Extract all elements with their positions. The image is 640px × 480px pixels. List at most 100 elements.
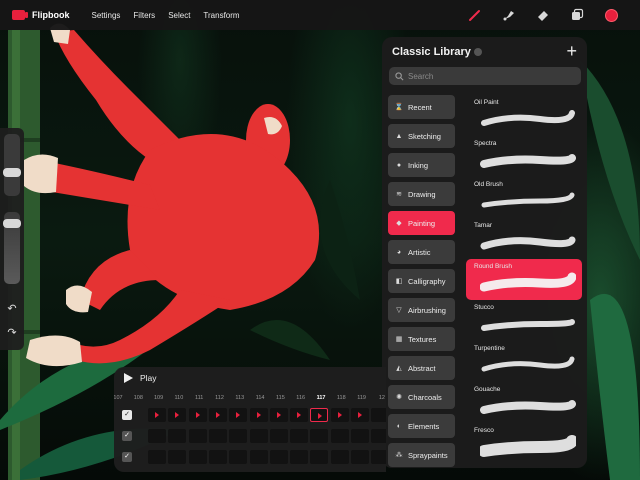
brush-set-inking[interactable]: ● Inking <box>388 153 455 177</box>
frame-cell[interactable] <box>290 408 309 422</box>
drawing-icon: ≋ <box>396 191 402 198</box>
color-picker[interactable] <box>602 6 620 24</box>
play-button[interactable]: Play <box>124 373 157 383</box>
brush-set-label: Inking <box>408 160 429 170</box>
frame-cell[interactable] <box>269 429 288 443</box>
brush-set-elements[interactable]: ◐ Elements <box>388 414 455 438</box>
plus-icon: + <box>566 41 577 61</box>
library-title: Classic Library <box>392 46 471 58</box>
spray-icon: ⁂ <box>395 452 403 459</box>
undo-button[interactable]: ↶ <box>4 302 20 316</box>
frame-cell[interactable] <box>208 408 227 422</box>
frame-cell[interactable] <box>310 450 329 464</box>
frame-cell[interactable] <box>229 429 248 443</box>
menu-transform[interactable]: Transform <box>203 11 239 20</box>
brush-oil-paint[interactable]: Oil Paint <box>466 95 582 136</box>
redo-button[interactable]: ↷ <box>4 326 20 340</box>
frame-cell[interactable] <box>351 408 369 422</box>
track-visibility-checkbox[interactable]: ✓ <box>122 410 132 420</box>
frame-cell[interactable] <box>168 408 187 422</box>
layers-tool[interactable] <box>568 6 586 24</box>
frame-cell[interactable] <box>229 408 248 422</box>
brush-tool[interactable] <box>466 6 484 24</box>
brush-stucco[interactable]: Stucco <box>466 300 582 341</box>
opacity-thumb[interactable] <box>3 219 21 228</box>
brush-set-painting[interactable]: ◆ Painting <box>388 211 455 235</box>
frame-cell[interactable] <box>290 429 309 443</box>
search-field[interactable] <box>389 67 581 85</box>
menu-filters[interactable]: Filters <box>133 11 155 20</box>
brush-set-label: Spraypaints <box>408 450 448 460</box>
frame-cell[interactable] <box>249 408 268 422</box>
frame-cell[interactable] <box>188 408 207 422</box>
menu-select[interactable]: Select <box>168 11 190 20</box>
frame-cell[interactable] <box>188 450 207 464</box>
frame-cell[interactable] <box>371 408 386 422</box>
frame-cell[interactable] <box>330 429 349 443</box>
frame-number: 112 <box>215 395 224 401</box>
red-figure <box>24 23 320 367</box>
brush-old-brush[interactable]: Old Brush <box>466 177 582 218</box>
frame-cell[interactable] <box>188 429 207 443</box>
app-title[interactable]: Flipbook <box>32 10 70 20</box>
frame-cell[interactable] <box>148 408 166 422</box>
brush-size-thumb[interactable] <box>3 168 21 177</box>
brush-round-brush[interactable]: Round Brush <box>466 259 582 300</box>
brush-turpentine[interactable]: Turpentine <box>466 341 582 382</box>
info-icon[interactable] <box>474 48 482 56</box>
track-visibility-checkbox[interactable]: ✓ <box>122 431 132 441</box>
brush-gouache[interactable]: Gouache <box>466 382 582 423</box>
frame-cell[interactable] <box>148 429 166 443</box>
leaf-bg <box>250 320 330 360</box>
frame-cell[interactable] <box>330 408 349 422</box>
frame-cell[interactable] <box>249 429 268 443</box>
hourglass-icon: ⌛ <box>394 104 404 111</box>
frame-cell[interactable] <box>269 408 288 422</box>
frame-cell[interactable] <box>290 450 309 464</box>
brush-fresco[interactable]: Fresco <box>466 423 582 464</box>
brush-set-calligraphy[interactable]: ◧ Calligraphy <box>388 269 455 293</box>
brush-set-charcoals[interactable]: ✺ Charcoals <box>388 385 455 409</box>
frame-number: 116 <box>296 395 306 401</box>
brush-stroke-preview <box>480 400 576 414</box>
frame-cell[interactable] <box>351 429 369 443</box>
frame-cell[interactable] <box>330 450 349 464</box>
menu-settings[interactable]: Settings <box>92 11 121 20</box>
flipbook-logo-icon <box>12 10 28 20</box>
add-brush-button[interactable]: + <box>566 41 577 62</box>
smudge-tool[interactable] <box>500 6 518 24</box>
palette-icon: ◕ <box>396 248 402 256</box>
frame-cell[interactable] <box>269 450 288 464</box>
search-input[interactable] <box>408 71 568 81</box>
brush-set-textures[interactable]: ▦ Textures <box>388 327 455 351</box>
frame-cell[interactable] <box>371 429 386 443</box>
brush-tamar[interactable]: Tamar <box>466 218 582 259</box>
frame-cell[interactable] <box>168 429 187 443</box>
brush-set-artistic[interactable]: ◕ Artistic <box>388 240 455 264</box>
brush-size-slider[interactable] <box>4 134 20 196</box>
frame-cell[interactable] <box>229 450 248 464</box>
frame-cell[interactable] <box>310 408 329 422</box>
frame-cell[interactable] <box>351 450 369 464</box>
brush-set-abstract[interactable]: ◭ Abstract <box>388 356 455 380</box>
frame-cell[interactable] <box>148 450 166 464</box>
brush-set-recent[interactable]: ⌛ Recent <box>388 95 455 119</box>
frame-cell[interactable] <box>310 429 329 443</box>
brush-set-spraypaints[interactable]: ⁂ Spraypaints <box>388 443 455 467</box>
frame-cell[interactable] <box>208 450 227 464</box>
brush-set-label: Elements <box>408 421 440 431</box>
brush-set-airbrushing[interactable]: ▽ Airbrushing <box>388 298 455 322</box>
brush-stroke-preview <box>481 192 575 208</box>
timeline-track-row: ✓ <box>114 449 386 465</box>
brush-spectra[interactable]: Spectra <box>466 136 582 177</box>
brush-name: Tamar <box>474 222 493 229</box>
track-visibility-checkbox[interactable]: ✓ <box>122 452 132 462</box>
paint-icon: ◆ <box>396 220 402 227</box>
brush-set-drawing[interactable]: ≋ Drawing <box>388 182 455 206</box>
frame-cell[interactable] <box>208 429 227 443</box>
frame-cell[interactable] <box>168 450 187 464</box>
brush-set-sketching[interactable]: ▲ Sketching <box>388 124 455 148</box>
eraser-tool[interactable] <box>534 6 552 24</box>
frame-cell[interactable] <box>249 450 268 464</box>
frame-cell[interactable] <box>371 450 386 464</box>
